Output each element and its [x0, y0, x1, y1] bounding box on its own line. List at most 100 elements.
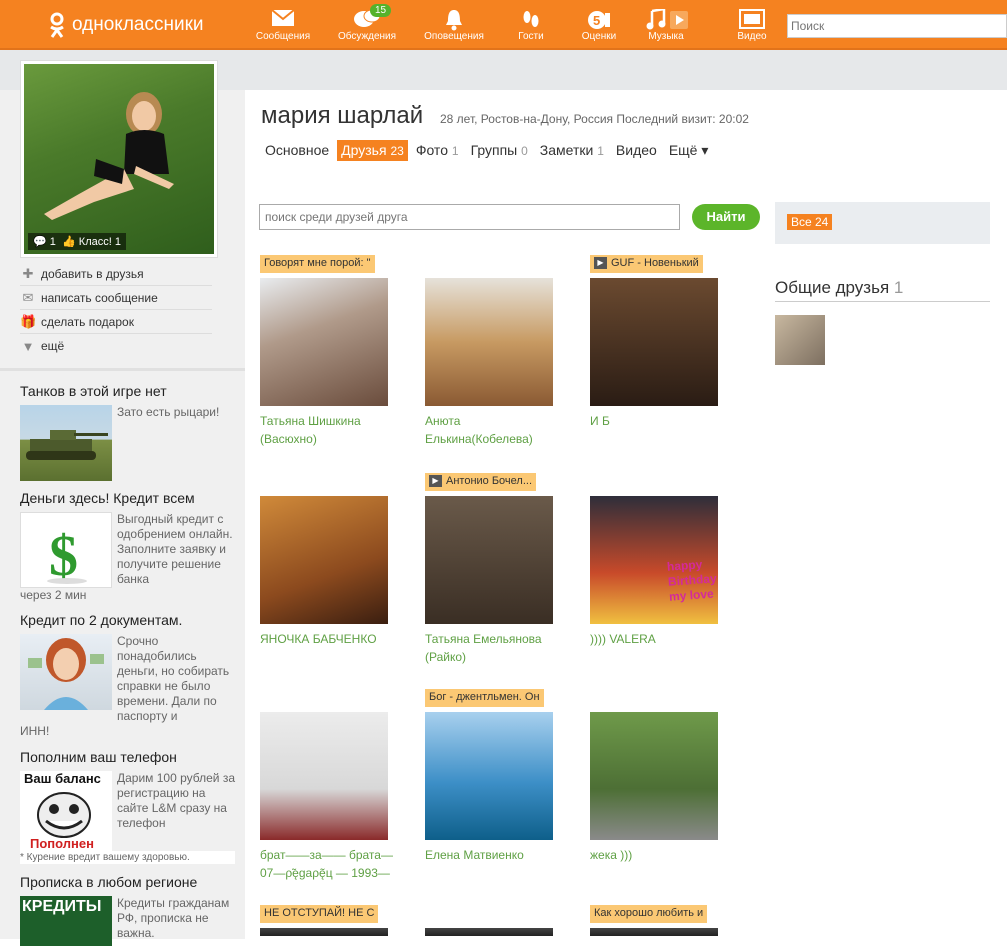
find-button[interactable]: Найти	[692, 204, 760, 230]
friend-photo[interactable]	[260, 712, 388, 840]
nav-guests[interactable]: Гости	[496, 0, 566, 50]
friend-photo[interactable]	[425, 928, 553, 936]
nav-notifications[interactable]: Оповещения	[419, 0, 489, 50]
tab-label: Видео	[615, 142, 657, 158]
common-friend-avatar[interactable]	[775, 315, 825, 365]
ad-image[interactable]: Ваш баланс Пополнен	[20, 771, 112, 851]
friend-photo[interactable]	[425, 712, 553, 840]
ad-block[interactable]: Танков в этой игре нет Зато есть рыцари!	[20, 383, 235, 481]
send-message-button[interactable]: ✉ написать сообщение	[20, 286, 212, 310]
tab-video[interactable]: Видео	[612, 140, 661, 161]
friend-search-input[interactable]	[259, 204, 680, 230]
profile-photo-image: 💬 1 👍 Класс! 1	[24, 64, 214, 254]
tab-main[interactable]: Основное	[261, 140, 333, 161]
nav-messages[interactable]: Сообщения	[248, 0, 318, 50]
tab-photos[interactable]: Фото 1	[412, 140, 463, 161]
tab-label: Ещё ▾	[668, 142, 709, 158]
search-input[interactable]	[787, 14, 1007, 38]
nav-music[interactable]: Музыка	[631, 0, 701, 50]
envelope-icon: ✉	[22, 289, 34, 305]
ad-text: Зато есть рыцари!	[117, 405, 220, 419]
logo[interactable]: одноклассники	[48, 8, 204, 42]
profile-name: мария шарлай	[261, 102, 424, 129]
friend-name[interactable]: И Б	[590, 412, 730, 430]
friend-status-text: Бог - джентльмен. Он	[429, 691, 540, 703]
ad-block[interactable]: Прописка в любом регионе КРЕДИТЫ Кредиты…	[20, 874, 235, 946]
action-label: написать сообщение	[41, 290, 158, 305]
friend-name[interactable]: ЯНОЧКА БАБЧЕНКО	[260, 630, 400, 648]
tab-friends[interactable]: Друзья 23	[337, 140, 408, 161]
photo-stats[interactable]: 💬 1 👍 Класс! 1	[28, 233, 126, 250]
ad-title[interactable]: Деньги здесь! Кредит всем	[20, 490, 235, 506]
friend-status[interactable]: ▶ Антонио Бочел...	[425, 473, 537, 491]
ad-block[interactable]: Пополним ваш телефон Ваш баланс Пополнен…	[20, 749, 235, 864]
friend-status[interactable]: Бог - джентльмен. Он	[425, 689, 544, 707]
friend-name[interactable]: Анюта Елькина(Кобелева)	[425, 412, 565, 448]
nav-label: Обсуждения	[337, 31, 397, 42]
tab-groups[interactable]: Группы 0	[467, 140, 532, 161]
nav-label: Музыка	[648, 31, 684, 42]
nav-label: Видео	[737, 31, 767, 42]
friend-photo[interactable]	[590, 712, 718, 840]
ad-text: Выгодный кредит с одобрением онлайн. Зап…	[117, 512, 233, 586]
ad-image[interactable]	[20, 405, 112, 481]
triangle-down-icon: ▼	[21, 338, 35, 354]
play-icon[interactable]: ▶	[429, 475, 442, 488]
friend-status[interactable]: ▶ GUF - Новенький	[590, 255, 703, 273]
action-label: ещё	[41, 339, 65, 353]
nav-video[interactable]: Видео	[717, 0, 787, 50]
friend-photo[interactable]	[425, 496, 553, 624]
friend-photo[interactable]	[425, 278, 553, 406]
profile-photo[interactable]: 💬 1 👍 Класс! 1	[20, 60, 218, 258]
tab-label: Заметки	[539, 142, 594, 158]
friend-photo[interactable]	[260, 496, 388, 624]
friend-photo[interactable]	[590, 278, 718, 406]
tab-label: Фото	[415, 142, 448, 158]
tab-notes[interactable]: Заметки 1	[536, 140, 608, 161]
friend-photo[interactable]	[590, 928, 718, 936]
friend-status[interactable]: НЕ ОТСТУПАЙ! НЕ С	[260, 905, 379, 923]
friend-photo[interactable]	[260, 278, 388, 406]
friend-photo[interactable]: happy Birthday my love	[590, 496, 718, 624]
friend-name[interactable]: Татьяна Емельянова (Райко)	[425, 630, 565, 666]
ad-disclaimer: * Курение вредит вашему здоровью.	[20, 851, 235, 864]
ad-title[interactable]: Кредит по 2 документам.	[20, 612, 235, 628]
friend-name[interactable]: Татьяна Шишкина (Васюхно)	[260, 412, 400, 448]
friend-name[interactable]: брат——за—— брата— 07—ρ̃ęgаρę̃ц — 1993—	[260, 846, 400, 882]
gift-icon: 🎁	[20, 313, 37, 329]
friend-name[interactable]: жека )))	[590, 846, 730, 864]
plus-icon: ✚	[22, 265, 34, 281]
action-label: добавить в друзья	[41, 266, 144, 281]
tab-label: Основное	[265, 142, 330, 158]
ad-title[interactable]: Прописка в любом регионе	[20, 874, 235, 890]
rating-5-icon: 5	[564, 0, 634, 30]
ad-block[interactable]: Деньги здесь! Кредит всем $ Выгодный кре…	[20, 490, 235, 603]
common-friends-title: Общие друзья 1	[775, 278, 990, 302]
ad-image[interactable]	[20, 634, 112, 710]
all-friends-button[interactable]: Все 24	[787, 214, 833, 230]
play-icon[interactable]: ▶	[594, 257, 607, 270]
send-gift-button[interactable]: 🎁 сделать подарок	[20, 310, 212, 334]
add-friend-button[interactable]: ✚ добавить в друзья	[20, 262, 212, 286]
nav-ratings[interactable]: 5 Оценки	[564, 0, 634, 50]
action-label: сделать подарок	[41, 314, 134, 329]
friend-status[interactable]: Говорят мне порой: "	[260, 255, 375, 273]
ok-logo-icon	[50, 12, 64, 38]
discussions-badge: 15	[370, 4, 392, 17]
tab-label: Друзья	[341, 142, 387, 158]
ad-title[interactable]: Танков в этой игре нет	[20, 383, 235, 399]
ad-image[interactable]: $	[20, 512, 112, 588]
friend-name[interactable]: )))) VALERA	[590, 630, 730, 648]
photo-comments-count: 1	[49, 236, 56, 248]
nav-label: Сообщения	[255, 31, 311, 42]
tab-more[interactable]: Ещё ▾	[665, 140, 713, 161]
more-actions-button[interactable]: ▼ ещё	[20, 334, 212, 358]
music-note-icon	[631, 0, 701, 30]
nav-discussions[interactable]: 15 Обсуждения	[332, 0, 402, 50]
friend-status[interactable]: Как хорошо любить и	[590, 905, 708, 923]
friend-photo-overlay: happy Birthday my love	[666, 557, 718, 604]
friend-name[interactable]: Елена Матвиенко	[425, 846, 565, 864]
ad-title[interactable]: Пополним ваш телефон	[20, 749, 235, 765]
ad-block[interactable]: Кредит по 2 документам. Срочно понадобил…	[20, 612, 235, 739]
friend-photo[interactable]	[260, 928, 388, 936]
